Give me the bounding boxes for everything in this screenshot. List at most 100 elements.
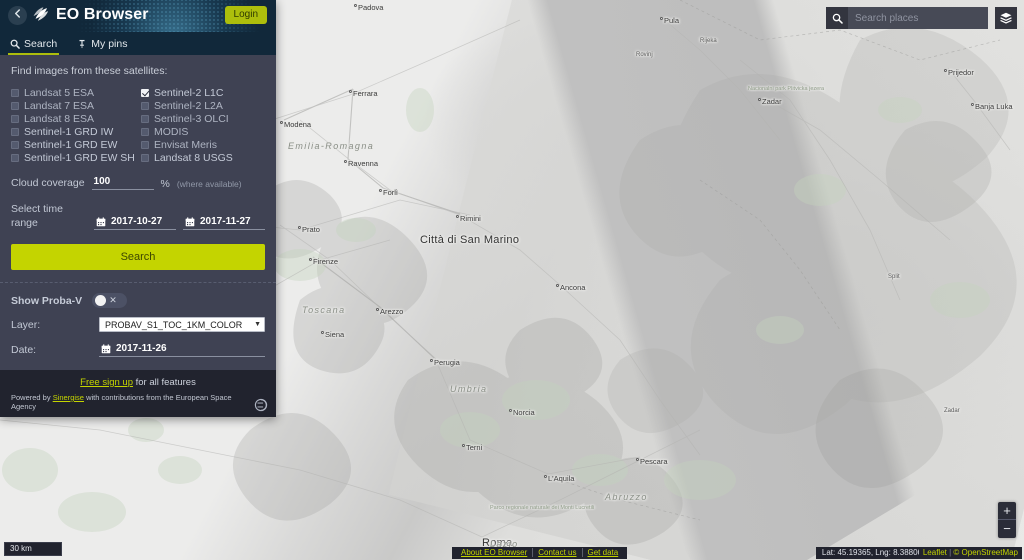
map-city-dot bbox=[660, 17, 663, 20]
checkbox-icon[interactable] bbox=[141, 101, 149, 110]
checkbox-icon[interactable] bbox=[11, 88, 19, 97]
cloud-coverage-row: Cloud coverage % (where available) bbox=[11, 176, 265, 190]
login-button[interactable]: Login bbox=[224, 6, 267, 24]
satellite-checkbox-landsat-5-esa[interactable]: Landsat 5 ESA bbox=[11, 86, 135, 99]
brand[interactable]: EO Browser bbox=[32, 5, 149, 24]
search-panel: EO Browser Login Search My pins Find ima… bbox=[0, 0, 276, 417]
checkbox-icon[interactable] bbox=[141, 153, 149, 162]
map-city-dot bbox=[456, 215, 459, 218]
proba-v-toggle[interactable]: ✕ bbox=[92, 293, 128, 308]
leaflet-attribution[interactable]: Leaflet | © OpenStreetMap bbox=[918, 547, 1022, 559]
leaflet-link[interactable]: Leaflet bbox=[923, 548, 947, 557]
satellite-label: Envisat Meris bbox=[154, 138, 218, 151]
about-eo-browser-link[interactable]: About EO Browser bbox=[456, 548, 534, 557]
proba-v-row: Show Proba-V ✕ bbox=[11, 293, 265, 308]
time-range-label: Select time range bbox=[11, 203, 63, 229]
free-signup-link[interactable]: Free sign up bbox=[80, 377, 133, 388]
close-icon: ✕ bbox=[109, 295, 117, 305]
checkbox-icon[interactable] bbox=[11, 153, 19, 162]
satellite-checkbox-landsat-8-esa[interactable]: Landsat 8 ESA bbox=[11, 112, 135, 125]
satellite-checkbox-grid: Landsat 5 ESA Sentinel-2 L1C Landsat 7 ESA… bbox=[11, 86, 265, 164]
date-to-field[interactable]: 2017-11-27 bbox=[183, 216, 265, 230]
map-city-dot bbox=[349, 90, 352, 93]
map-city-dot bbox=[298, 226, 301, 229]
search-icon bbox=[10, 39, 20, 49]
map-city-dot bbox=[430, 359, 433, 362]
zoom-in-button[interactable]: + bbox=[998, 502, 1016, 520]
layers-stack-icon[interactable] bbox=[995, 7, 1017, 29]
map-city-dot bbox=[321, 331, 324, 334]
date-from-value: 2017-10-27 bbox=[111, 216, 163, 227]
checkbox-icon[interactable] bbox=[11, 140, 19, 149]
esa-logo-icon bbox=[254, 398, 268, 412]
date-from-field[interactable]: 2017-10-27 bbox=[94, 216, 176, 230]
eo-browser-logo-icon bbox=[33, 7, 49, 21]
search-icon[interactable] bbox=[826, 7, 848, 29]
satellite-checkbox-sentinel-3-olci[interactable]: Sentinel-3 OLCI bbox=[141, 112, 265, 125]
satellite-checkbox-sentinel-2-l1c[interactable]: Sentinel-2 L1C bbox=[141, 86, 265, 99]
pin-icon bbox=[79, 39, 85, 48]
map-city-dot bbox=[758, 98, 761, 101]
checkbox-icon[interactable] bbox=[141, 140, 149, 149]
cloud-coverage-unit: % bbox=[160, 178, 170, 190]
powered-by-line: Powered by Sinergise with contributions … bbox=[11, 393, 265, 411]
satellite-checkbox-landsat-8-usgs[interactable]: Landsat 8 USGS bbox=[141, 151, 265, 164]
satellites-section-title: Find images from these satellites: bbox=[11, 65, 168, 77]
calendar-icon bbox=[101, 343, 111, 353]
checkbox-icon[interactable] bbox=[11, 127, 19, 136]
date-to-value: 2017-11-27 bbox=[200, 216, 251, 227]
satellite-label: Sentinel-1 GRD EW SH bbox=[24, 151, 135, 164]
time-range-row: Select time range 2017-10-27 2017-11-27 bbox=[11, 202, 265, 230]
checkbox-icon[interactable] bbox=[11, 114, 19, 123]
zoom-controls[interactable]: + − bbox=[998, 502, 1016, 538]
checkbox-icon[interactable] bbox=[141, 127, 149, 136]
footer-links[interactable]: About EO Browser Contact us Get data bbox=[452, 547, 628, 559]
coordinates-readout: Lat: 45.19365, Lng: 8.38806 bbox=[815, 547, 928, 559]
tab-my-pins-label: My pins bbox=[91, 37, 128, 50]
satellite-checkbox-sentinel-1-grd-iw[interactable]: Sentinel-1 GRD IW bbox=[11, 125, 135, 138]
satellite-checkbox-modis[interactable]: MODIS bbox=[141, 125, 265, 138]
layer-select[interactable]: PROBAV_S1_TOC_1KM_COLOR ▼ bbox=[99, 317, 265, 332]
checkbox-icon[interactable] bbox=[141, 88, 149, 97]
proba-v-date-field[interactable]: 2017-11-26 bbox=[99, 343, 265, 357]
signup-rest-text: for all features bbox=[132, 377, 196, 388]
proba-v-date-value: 2017-11-26 bbox=[116, 343, 167, 354]
satellite-checkbox-sentinel-1-grd-ew[interactable]: Sentinel-1 GRD EW bbox=[11, 138, 135, 151]
checkbox-icon[interactable] bbox=[141, 114, 149, 123]
app-title: EO Browser bbox=[56, 5, 149, 23]
panel-tabs: Search My pins bbox=[0, 32, 276, 55]
panel-footer: Free sign up for all features Powered by… bbox=[0, 370, 276, 417]
satellite-checkbox-sentinel-1-grd-ew-sh[interactable]: Sentinel-1 GRD EW SH bbox=[11, 151, 135, 164]
get-data-link[interactable]: Get data bbox=[583, 548, 624, 557]
search-places-input[interactable] bbox=[848, 7, 988, 29]
tab-search[interactable]: Search bbox=[7, 32, 60, 55]
cloud-coverage-input[interactable] bbox=[91, 176, 154, 190]
tab-my-pins[interactable]: My pins bbox=[77, 32, 127, 55]
panel-divider bbox=[0, 282, 276, 283]
zoom-out-button[interactable]: − bbox=[998, 520, 1016, 538]
satellite-checkbox-sentinel-2-l2a[interactable]: Sentinel-2 L2A bbox=[141, 99, 265, 112]
openstreetmap-link[interactable]: © OpenStreetMap bbox=[953, 548, 1018, 557]
contact-us-link[interactable]: Contact us bbox=[533, 548, 583, 557]
map-city-dot bbox=[354, 4, 357, 7]
satellite-checkbox-envisat-meris[interactable]: Envisat Meris bbox=[141, 138, 265, 151]
map-city-dot bbox=[544, 475, 547, 478]
map-city-dot bbox=[280, 121, 283, 124]
map-city-dot bbox=[309, 258, 312, 261]
map-city-dot bbox=[376, 308, 379, 311]
sinergise-link[interactable]: Sinergise bbox=[53, 393, 84, 402]
back-button[interactable] bbox=[8, 6, 27, 25]
calendar-icon bbox=[185, 216, 195, 226]
map-search-box[interactable] bbox=[826, 7, 988, 29]
eo-browser-app: Padova Pula Rovinj Prijedor Ferrara Banja Luk… bbox=[0, 0, 1024, 560]
checkbox-icon[interactable] bbox=[11, 101, 19, 110]
tab-search-label: Search bbox=[24, 37, 58, 50]
satellite-label: Landsat 8 USGS bbox=[154, 151, 233, 164]
toggle-knob bbox=[95, 295, 107, 306]
satellite-checkbox-landsat-7-esa[interactable]: Landsat 7 ESA bbox=[11, 99, 135, 112]
proba-v-title: Show Proba-V bbox=[11, 294, 83, 307]
map-city-dot bbox=[944, 69, 947, 72]
cloud-coverage-label: Cloud coverage bbox=[11, 177, 85, 189]
satellite-label: Sentinel-2 L1C bbox=[154, 86, 224, 99]
search-button[interactable]: Search bbox=[11, 244, 265, 270]
